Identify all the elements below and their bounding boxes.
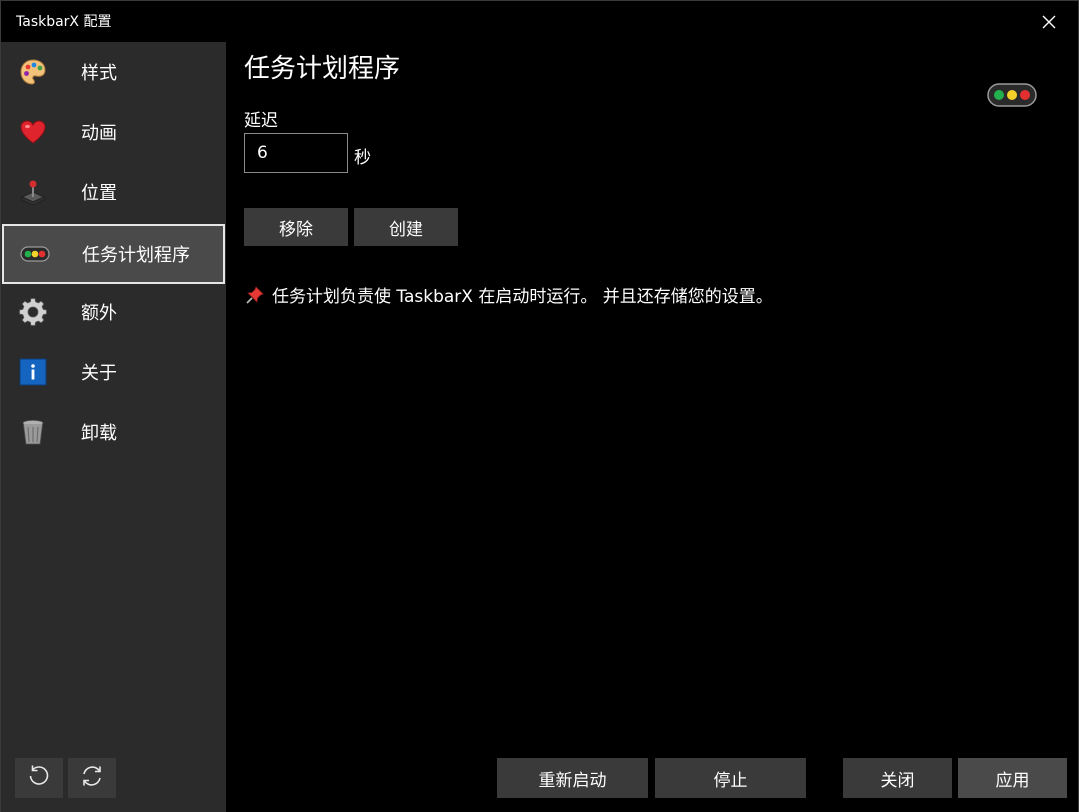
info-note: 任务计划负责使 TaskbarX 在启动时运行。 并且还存储您的设置。: [244, 282, 773, 307]
sidebar-item-label: 关于: [81, 363, 117, 384]
delay-label: 延迟: [244, 111, 278, 131]
trash-icon: [18, 417, 48, 447]
joystick-icon: [18, 177, 48, 207]
restart-button[interactable]: 重新启动: [497, 758, 648, 798]
sidebar-item-label: 位置: [81, 183, 117, 204]
undo-button[interactable]: [15, 758, 63, 798]
main-panel: 任务计划程序 延迟 秒 移除 创建 任务计划负责使 TaskbarX 在启动时运…: [226, 42, 1078, 812]
remove-button[interactable]: 移除: [244, 208, 348, 246]
sidebar: 样式 动画 位置 任务计划程序 额外 关于 卸载: [1, 42, 226, 812]
sidebar-item-extra[interactable]: 额外: [1, 282, 226, 342]
sidebar-item-label: 样式: [81, 63, 117, 84]
sidebar-item-animation[interactable]: 动画: [1, 102, 226, 162]
stop-button[interactable]: 停止: [655, 758, 806, 798]
sidebar-item-style[interactable]: 样式: [1, 42, 226, 102]
sidebar-item-uninstall[interactable]: 卸载: [1, 402, 226, 462]
heart-icon: [18, 117, 48, 147]
sidebar-item-label: 动画: [81, 123, 117, 144]
sidebar-item-position[interactable]: 位置: [1, 162, 226, 222]
window-title: TaskbarX 配置: [16, 14, 112, 30]
delay-input[interactable]: [244, 133, 348, 173]
title-bar: TaskbarX 配置: [1, 1, 1078, 42]
sidebar-item-label: 卸载: [81, 423, 117, 444]
sidebar-item-label: 任务计划程序: [82, 245, 190, 266]
refresh-icon: [79, 763, 105, 793]
traffic-light-icon: [20, 239, 50, 269]
gear-icon: [18, 297, 48, 327]
palette-icon: [18, 57, 48, 87]
create-button[interactable]: 创建: [354, 208, 458, 246]
info-icon: [18, 357, 48, 387]
sidebar-item-task-scheduler[interactable]: 任务计划程序: [2, 224, 225, 284]
close-icon[interactable]: [1034, 9, 1064, 35]
undo-icon: [26, 763, 52, 793]
delay-unit: 秒: [354, 148, 371, 168]
sidebar-item-about[interactable]: 关于: [1, 342, 226, 402]
traffic-light-icon: [987, 83, 1037, 107]
apply-button[interactable]: 应用: [958, 758, 1067, 798]
close-button[interactable]: 关闭: [843, 758, 952, 798]
page-title: 任务计划程序: [244, 54, 401, 84]
info-text: 任务计划负责使 TaskbarX 在启动时运行。 并且还存储您的设置。: [272, 287, 773, 307]
app-window: TaskbarX 配置 样式 动画 位置 任务计划程序 额外 关于 卸载 任务计…: [0, 0, 1079, 812]
pushpin-icon: [244, 284, 266, 306]
refresh-button[interactable]: [68, 758, 116, 798]
sidebar-item-label: 额外: [81, 303, 117, 324]
